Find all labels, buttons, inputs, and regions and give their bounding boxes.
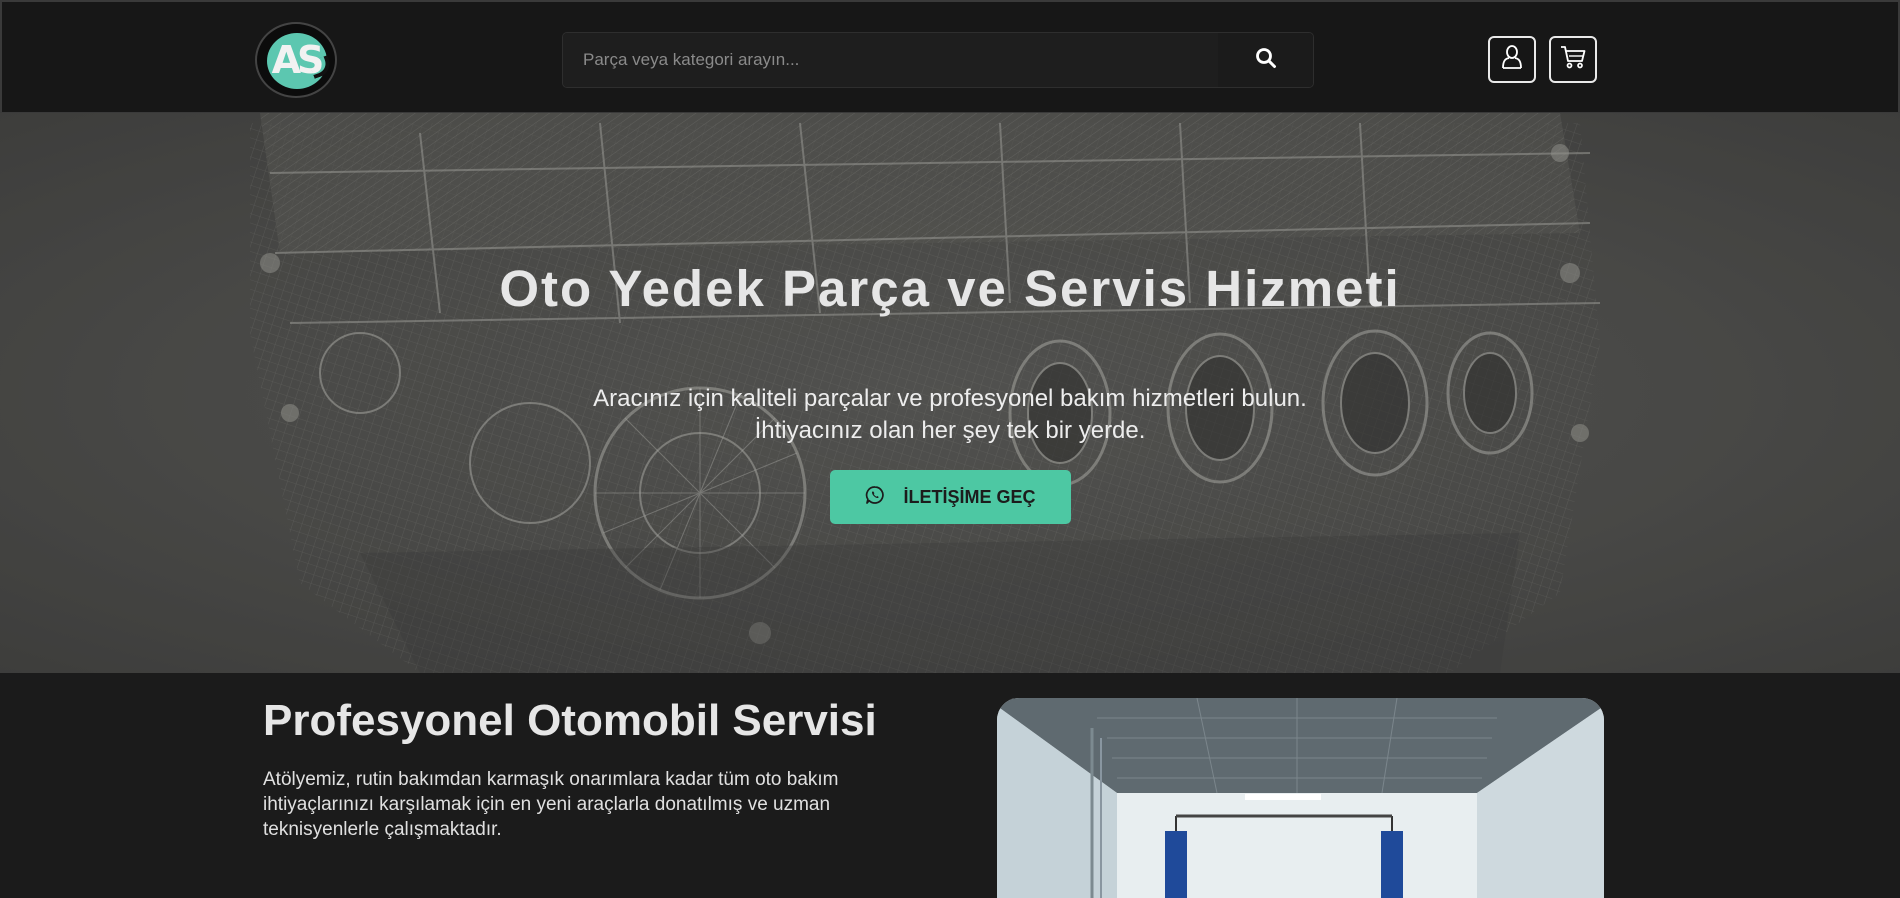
hero-subtitle: Aracınız için kaliteli parçalar ve profe… <box>0 383 1900 447</box>
hero-subtitle-line-1: Aracınız için kaliteli parçalar ve profe… <box>593 385 1307 412</box>
account-button[interactable] <box>1488 36 1536 83</box>
whatsapp-icon <box>865 485 885 510</box>
service-description: Atölyemiz, rutin bakımdan karmaşık onarı… <box>263 767 883 842</box>
contact-button-label: İLETİŞİME GEÇ <box>903 486 1036 507</box>
service-description-line-3: teknisyenlerle çalışmaktadır. <box>263 819 502 840</box>
cart-icon <box>1559 44 1587 75</box>
site-logo[interactable]: AS <box>255 22 337 98</box>
contact-button[interactable]: İLETİŞİME GEÇ <box>830 470 1071 524</box>
search-bar <box>562 32 1314 88</box>
search-input[interactable] <box>563 33 1218 87</box>
search-button[interactable] <box>1218 33 1313 87</box>
search-icon <box>1255 47 1277 74</box>
site-header: AS <box>0 0 1900 113</box>
garage-image <box>997 698 1604 898</box>
service-title: Profesyonel Otomobil Servisi <box>263 696 877 745</box>
hero-subtitle-line-2: İhtiyacınız olan her şey tek bir yerde. <box>754 417 1146 444</box>
user-icon <box>1500 44 1524 75</box>
service-description-line-2: ihtiyaçlarınızı karşılamak için en yeni … <box>263 794 831 815</box>
service-section: Profesyonel Otomobil Servisi Atölyemiz, … <box>0 673 1900 898</box>
cart-button[interactable] <box>1549 36 1597 83</box>
hero-title: Oto Yedek Parça ve Servis Hizmeti <box>499 260 1401 317</box>
service-description-line-1: Atölyemiz, rutin bakımdan karmaşık onarı… <box>263 769 839 790</box>
hero-section: Oto Yedek Parça ve Servis Hizmeti Aracın… <box>0 113 1900 673</box>
